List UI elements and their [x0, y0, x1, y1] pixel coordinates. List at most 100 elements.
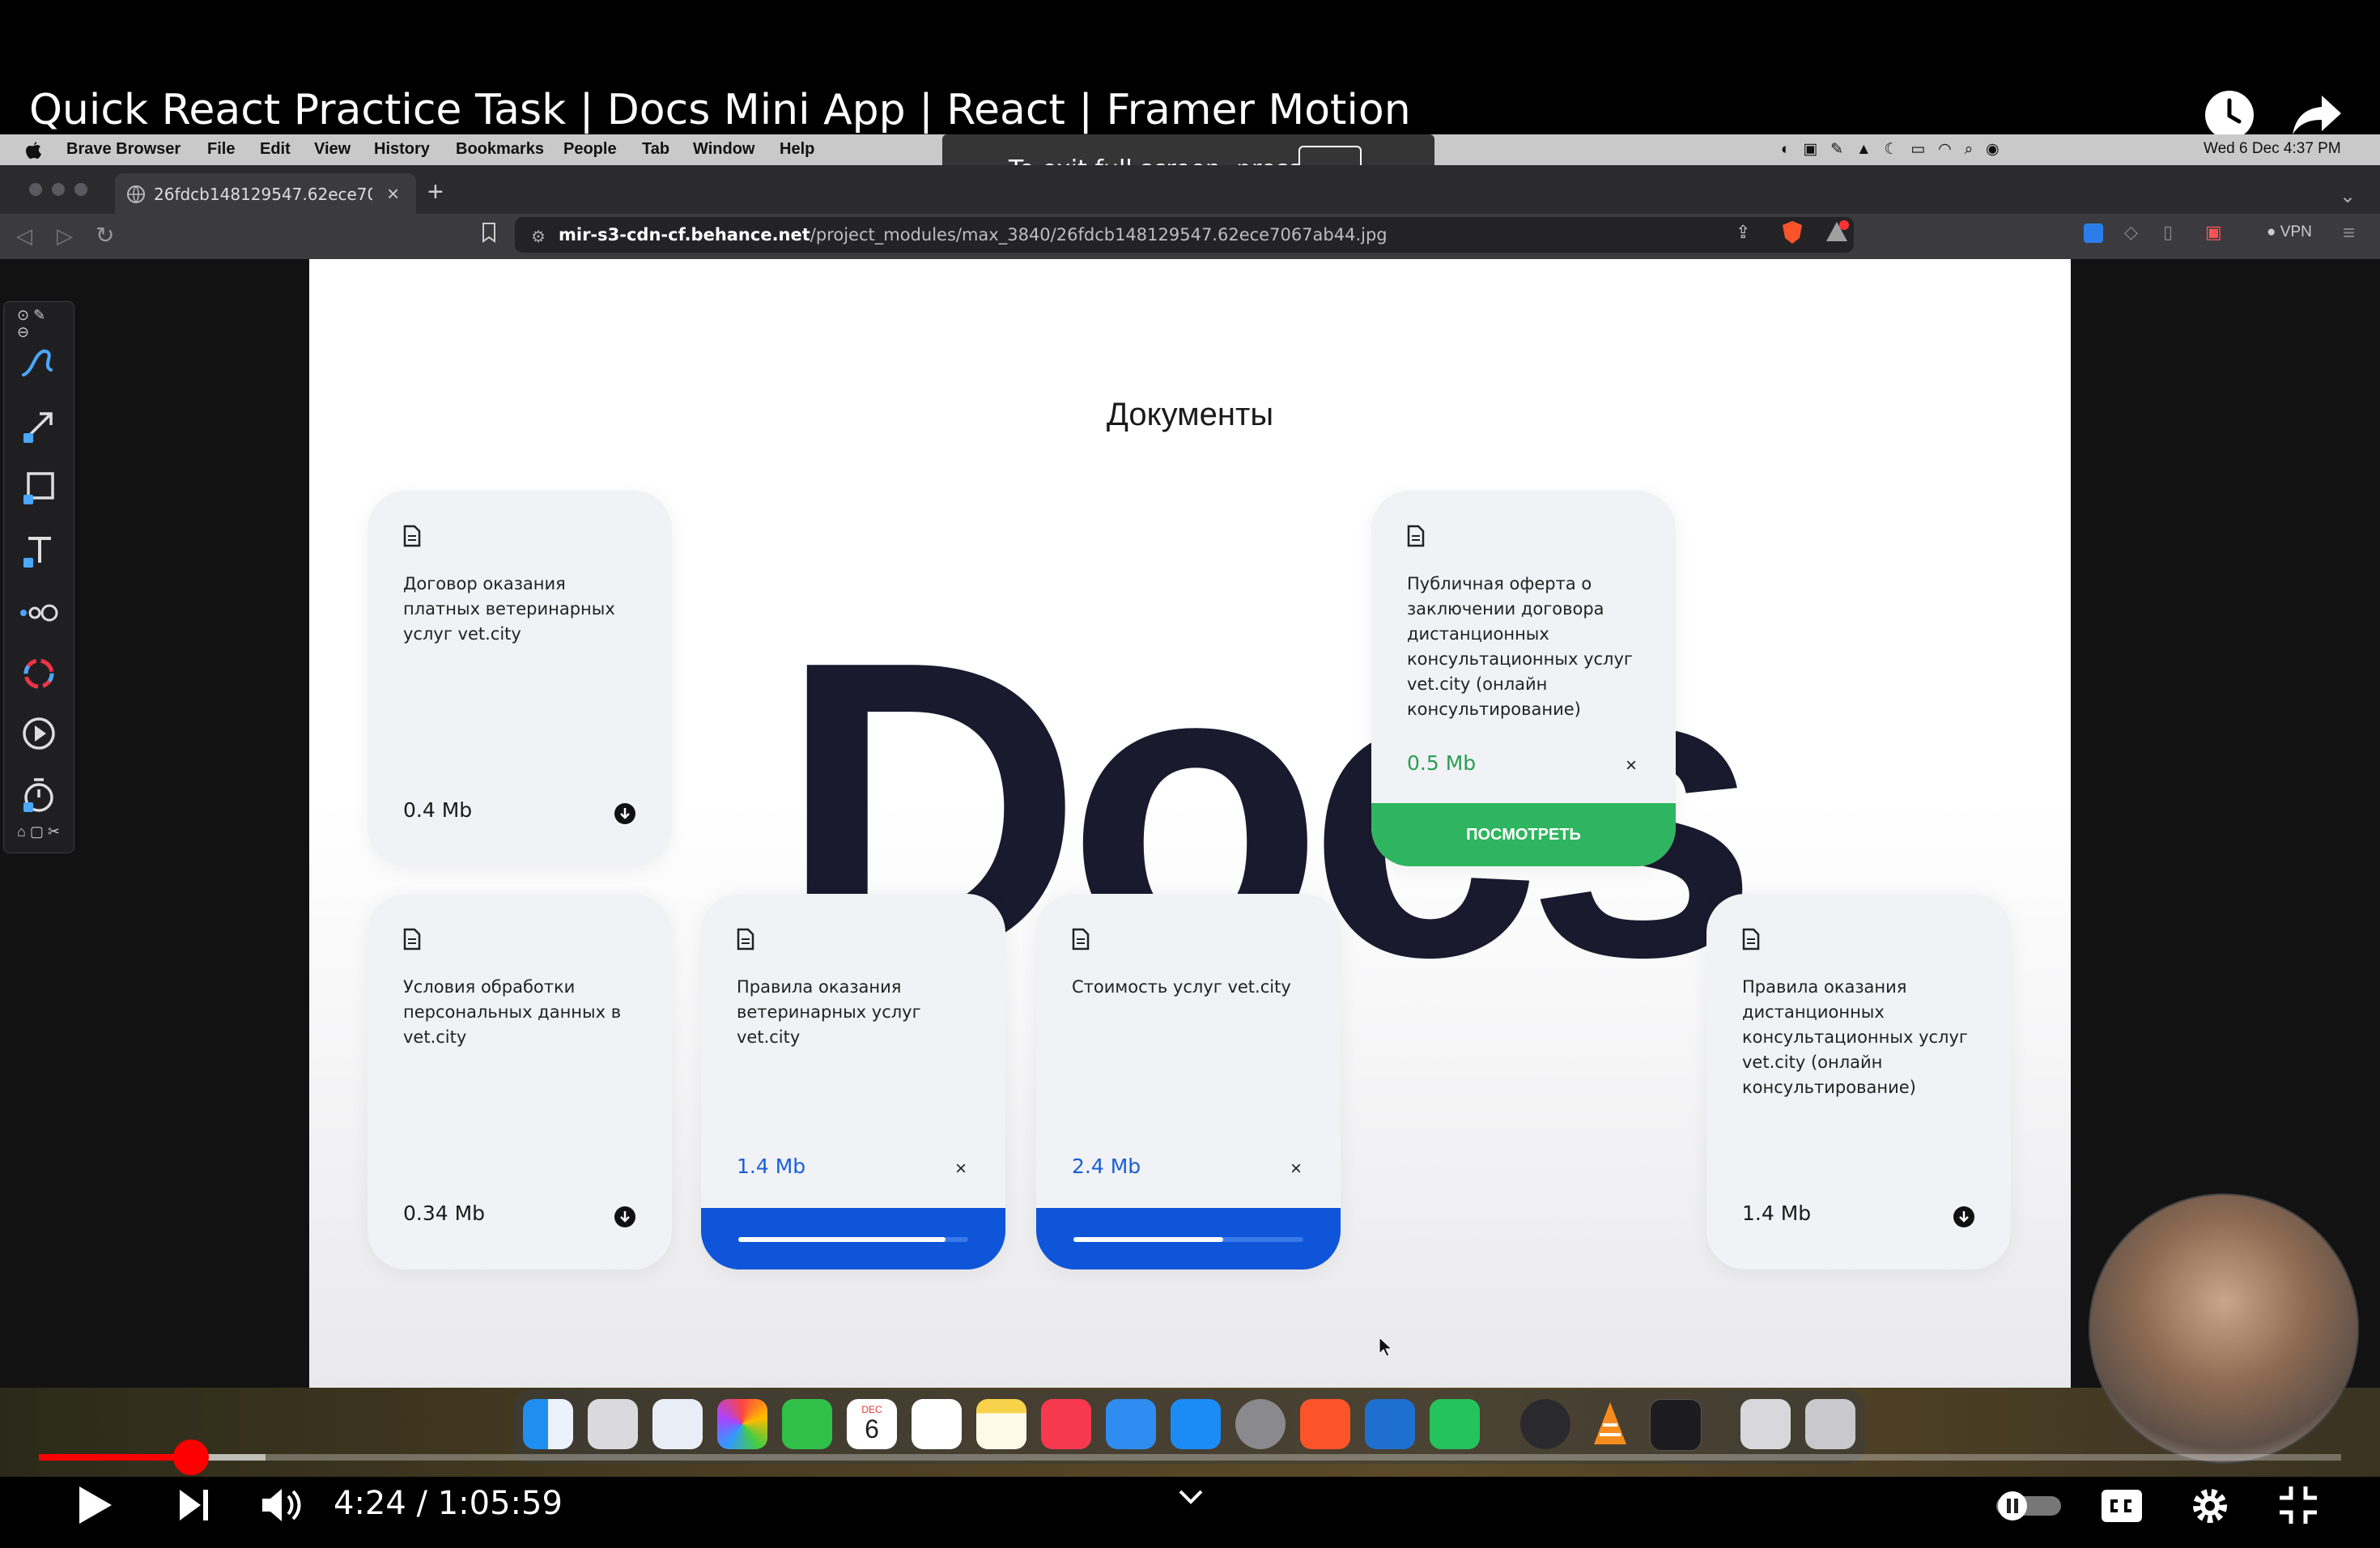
play-icon[interactable]	[74, 1483, 115, 1527]
reminders-icon[interactable]	[912, 1399, 962, 1449]
screenshot-icon[interactable]	[1740, 1399, 1791, 1449]
doc-name: Правила оказания ветеринарных услуг vet.…	[737, 977, 921, 1047]
finder-icon[interactable]	[523, 1399, 573, 1449]
menu-file[interactable]: File	[207, 140, 235, 159]
downloads-icon[interactable]	[2084, 223, 2103, 243]
doc-card[interactable]: Правила оказания ветеринарных услуг vet.…	[701, 894, 1005, 1269]
new-tab-button[interactable]: +	[427, 176, 444, 208]
document-icon	[737, 928, 754, 950]
progress-fill	[738, 1237, 946, 1242]
music-icon[interactable]	[1041, 1399, 1091, 1449]
share-page-icon[interactable]: ⇪	[1736, 222, 1750, 243]
chevron-down-icon[interactable]	[1177, 1486, 1205, 1508]
autoplay-toggle[interactable]	[1995, 1490, 2063, 1522]
document-icon	[1742, 928, 1760, 950]
doc-name: Договор оказания платных ветеринарных ус…	[403, 574, 615, 644]
url-text[interactable]: mir-s3-cdn-cf.behance.net/project_module…	[559, 225, 1388, 245]
doc-card[interactable]: Правила оказания дистанционных консульта…	[1706, 894, 2011, 1269]
back-icon[interactable]: ◁	[16, 223, 32, 249]
volume-icon[interactable]	[259, 1485, 303, 1525]
close-icon[interactable]: ×	[1626, 755, 1637, 777]
timer-tool-icon[interactable]	[17, 773, 61, 817]
doc-card[interactable]: Публичная оферта о заключении договора д…	[1371, 491, 1676, 866]
progress-scrubber[interactable]	[173, 1440, 209, 1475]
terminal-icon[interactable]	[1650, 1399, 1702, 1451]
calendar-icon[interactable]: DEC 6	[847, 1399, 897, 1449]
system-settings-icon[interactable]	[1235, 1399, 1286, 1449]
video-title: Quick React Practice Task | Docs Mini Ap…	[29, 86, 1411, 134]
document-icon	[403, 525, 421, 547]
cancel-icon[interactable]: ×	[1290, 1158, 1302, 1180]
color-picker-icon[interactable]	[17, 652, 61, 695]
obs-icon[interactable]	[1520, 1399, 1570, 1449]
keynote-icon[interactable]	[1106, 1399, 1156, 1449]
menu-people[interactable]: People	[563, 140, 617, 159]
notes-icon[interactable]	[976, 1399, 1026, 1449]
tab-list-chevron-icon[interactable]: ⌄	[2340, 185, 2356, 208]
watch-later-icon[interactable]	[2204, 89, 2255, 141]
forward-icon[interactable]: ▷	[57, 223, 73, 249]
text-tool-icon[interactable]	[17, 529, 61, 572]
cancel-icon[interactable]: ×	[955, 1158, 967, 1180]
download-icon[interactable]	[614, 802, 636, 825]
menu-help[interactable]: Help	[780, 140, 814, 159]
menu-edit[interactable]: Edit	[260, 140, 291, 159]
facetime-icon[interactable]	[782, 1399, 832, 1449]
progress-track	[738, 1237, 968, 1242]
browser-tab[interactable]: 26fdcb148129547.62ece7067 ×	[115, 173, 416, 215]
menu-icon[interactable]: ≡	[2343, 220, 2355, 245]
extensions-icon[interactable]: ◇	[2124, 222, 2138, 243]
captions-icon[interactable]	[2100, 1488, 2144, 1524]
trash-icon[interactable]	[1805, 1399, 1855, 1449]
palette-footer-icons[interactable]: ⌂ ▢ ✂	[17, 823, 61, 846]
tab-close-icon[interactable]: ×	[387, 181, 399, 206]
shapes-tool-icon[interactable]	[17, 590, 61, 634]
status-tray-icons[interactable]: ◐ ▣ ✎ ▲ ☾ ▭ ◠ ⌕ ◉	[1781, 140, 2000, 159]
download-icon[interactable]	[1953, 1206, 1975, 1228]
brave-rewards-icon[interactable]	[1825, 220, 1849, 247]
vlc-icon[interactable]	[1585, 1399, 1635, 1449]
photos-icon[interactable]	[717, 1399, 767, 1449]
sidebar-icon[interactable]: ▯	[2163, 222, 2173, 243]
time-separator: /	[406, 1485, 438, 1522]
vscode-icon[interactable]	[1365, 1399, 1415, 1449]
doc-card[interactable]: Стоимость услуг vet.city 2.4 Mb ×	[1036, 894, 1341, 1269]
rectangle-tool-icon[interactable]	[17, 466, 61, 509]
settings-gear-icon[interactable]	[2189, 1485, 2231, 1527]
brave-shields-icon[interactable]	[1781, 220, 1804, 249]
app-store-icon[interactable]	[1171, 1399, 1221, 1449]
progress-rail[interactable]	[39, 1454, 2341, 1461]
doc-size: 0.4 Mb	[403, 798, 473, 822]
menu-bookmarks[interactable]: Bookmarks	[456, 140, 544, 159]
launchpad-icon[interactable]	[588, 1399, 638, 1449]
menu-tab[interactable]: Tab	[642, 140, 669, 159]
apple-icon[interactable]	[24, 140, 42, 164]
vpn-button[interactable]: ● VPN	[2267, 223, 2312, 241]
doc-card[interactable]: Условия обработки персональных данных в …	[368, 894, 672, 1269]
bookmark-icon[interactable]	[481, 222, 497, 247]
exit-fullscreen-icon[interactable]	[2278, 1485, 2318, 1525]
wallet-icon[interactable]: ▣	[2205, 222, 2222, 243]
play-tool-icon[interactable]	[17, 712, 61, 755]
view-button[interactable]: ПОСМОТРЕТЬ	[1371, 803, 1676, 866]
site-info-icon[interactable]: ⚙	[531, 227, 546, 247]
download-icon[interactable]	[614, 1206, 636, 1228]
brave-icon[interactable]	[1300, 1399, 1350, 1449]
page-title: Документы	[1106, 397, 1274, 432]
whatsapp-icon[interactable]	[1430, 1399, 1480, 1449]
doc-size: 1.4 Mb	[1742, 1201, 1812, 1225]
menu-history[interactable]: History	[374, 140, 430, 159]
menu-view[interactable]: View	[314, 140, 351, 159]
arrow-tool-icon[interactable]	[17, 404, 61, 448]
menu-window[interactable]: Window	[693, 140, 754, 159]
menubar-clock[interactable]: Wed 6 Dec 4:37 PM	[2204, 140, 2341, 158]
window-controls[interactable]	[28, 180, 92, 203]
reload-icon[interactable]: ↻	[96, 222, 114, 249]
doc-card[interactable]: Договор оказания платных ветеринарных ус…	[368, 491, 672, 866]
palette-header-icons[interactable]: ⊙ ✎ ⊖	[17, 307, 61, 340]
next-icon[interactable]	[176, 1486, 212, 1524]
safari-icon[interactable]	[652, 1399, 703, 1449]
pen-tool-icon[interactable]	[17, 341, 61, 385]
menu-app-name[interactable]: Brave Browser	[66, 140, 181, 159]
url-path: /project_modules/max_3840/26fdcb14812954…	[810, 225, 1388, 245]
